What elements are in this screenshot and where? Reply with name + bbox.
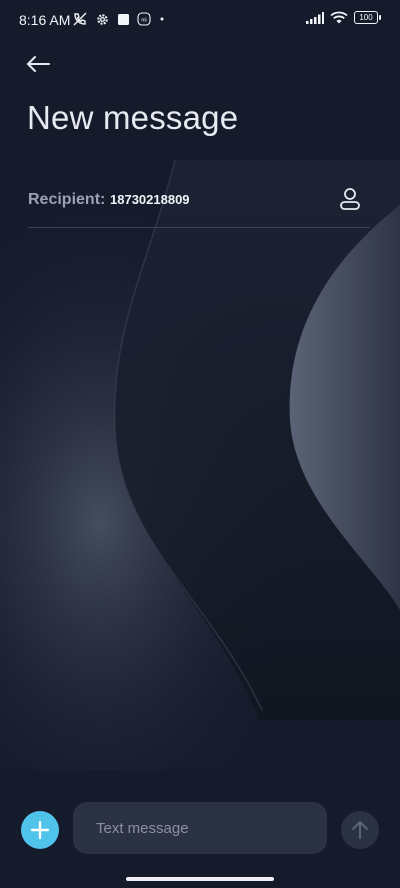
square-icon — [117, 13, 130, 26]
dot-icon — [158, 15, 166, 23]
page-title: New message — [27, 99, 239, 136]
person-icon — [340, 188, 360, 210]
recipient-label: Recipient: — [28, 191, 106, 208]
status-bar: 8:16 AM mi 100 — [0, 0, 400, 40]
navigation-handle[interactable] — [126, 877, 274, 881]
message-input-container[interactable] — [73, 802, 327, 854]
status-left-icons: mi — [72, 11, 166, 27]
arrow-left-icon — [27, 56, 50, 72]
battery-icon: 100 — [354, 11, 381, 24]
settings-gear-icon — [95, 12, 110, 27]
status-right-icons: 100 — [306, 11, 381, 24]
status-time: 8:16 AM — [19, 12, 71, 28]
attach-button[interactable] — [21, 811, 59, 849]
wifi-icon — [330, 11, 348, 24]
back-button[interactable] — [22, 49, 56, 79]
arrow-up-icon — [352, 821, 368, 839]
svg-text:mi: mi — [141, 18, 146, 24]
signal-icon — [306, 11, 324, 24]
plus-icon — [30, 820, 50, 840]
contact-picker-button[interactable] — [338, 186, 362, 212]
recipient-value[interactable]: 18730218809 — [110, 192, 190, 207]
send-button[interactable] — [341, 811, 379, 849]
recipient-row[interactable]: Recipient: 18730218809 — [28, 186, 370, 228]
recipient-divider — [28, 227, 370, 228]
mi-icon: mi — [137, 12, 151, 26]
no-call-icon — [72, 11, 88, 27]
message-input[interactable] — [73, 802, 327, 854]
